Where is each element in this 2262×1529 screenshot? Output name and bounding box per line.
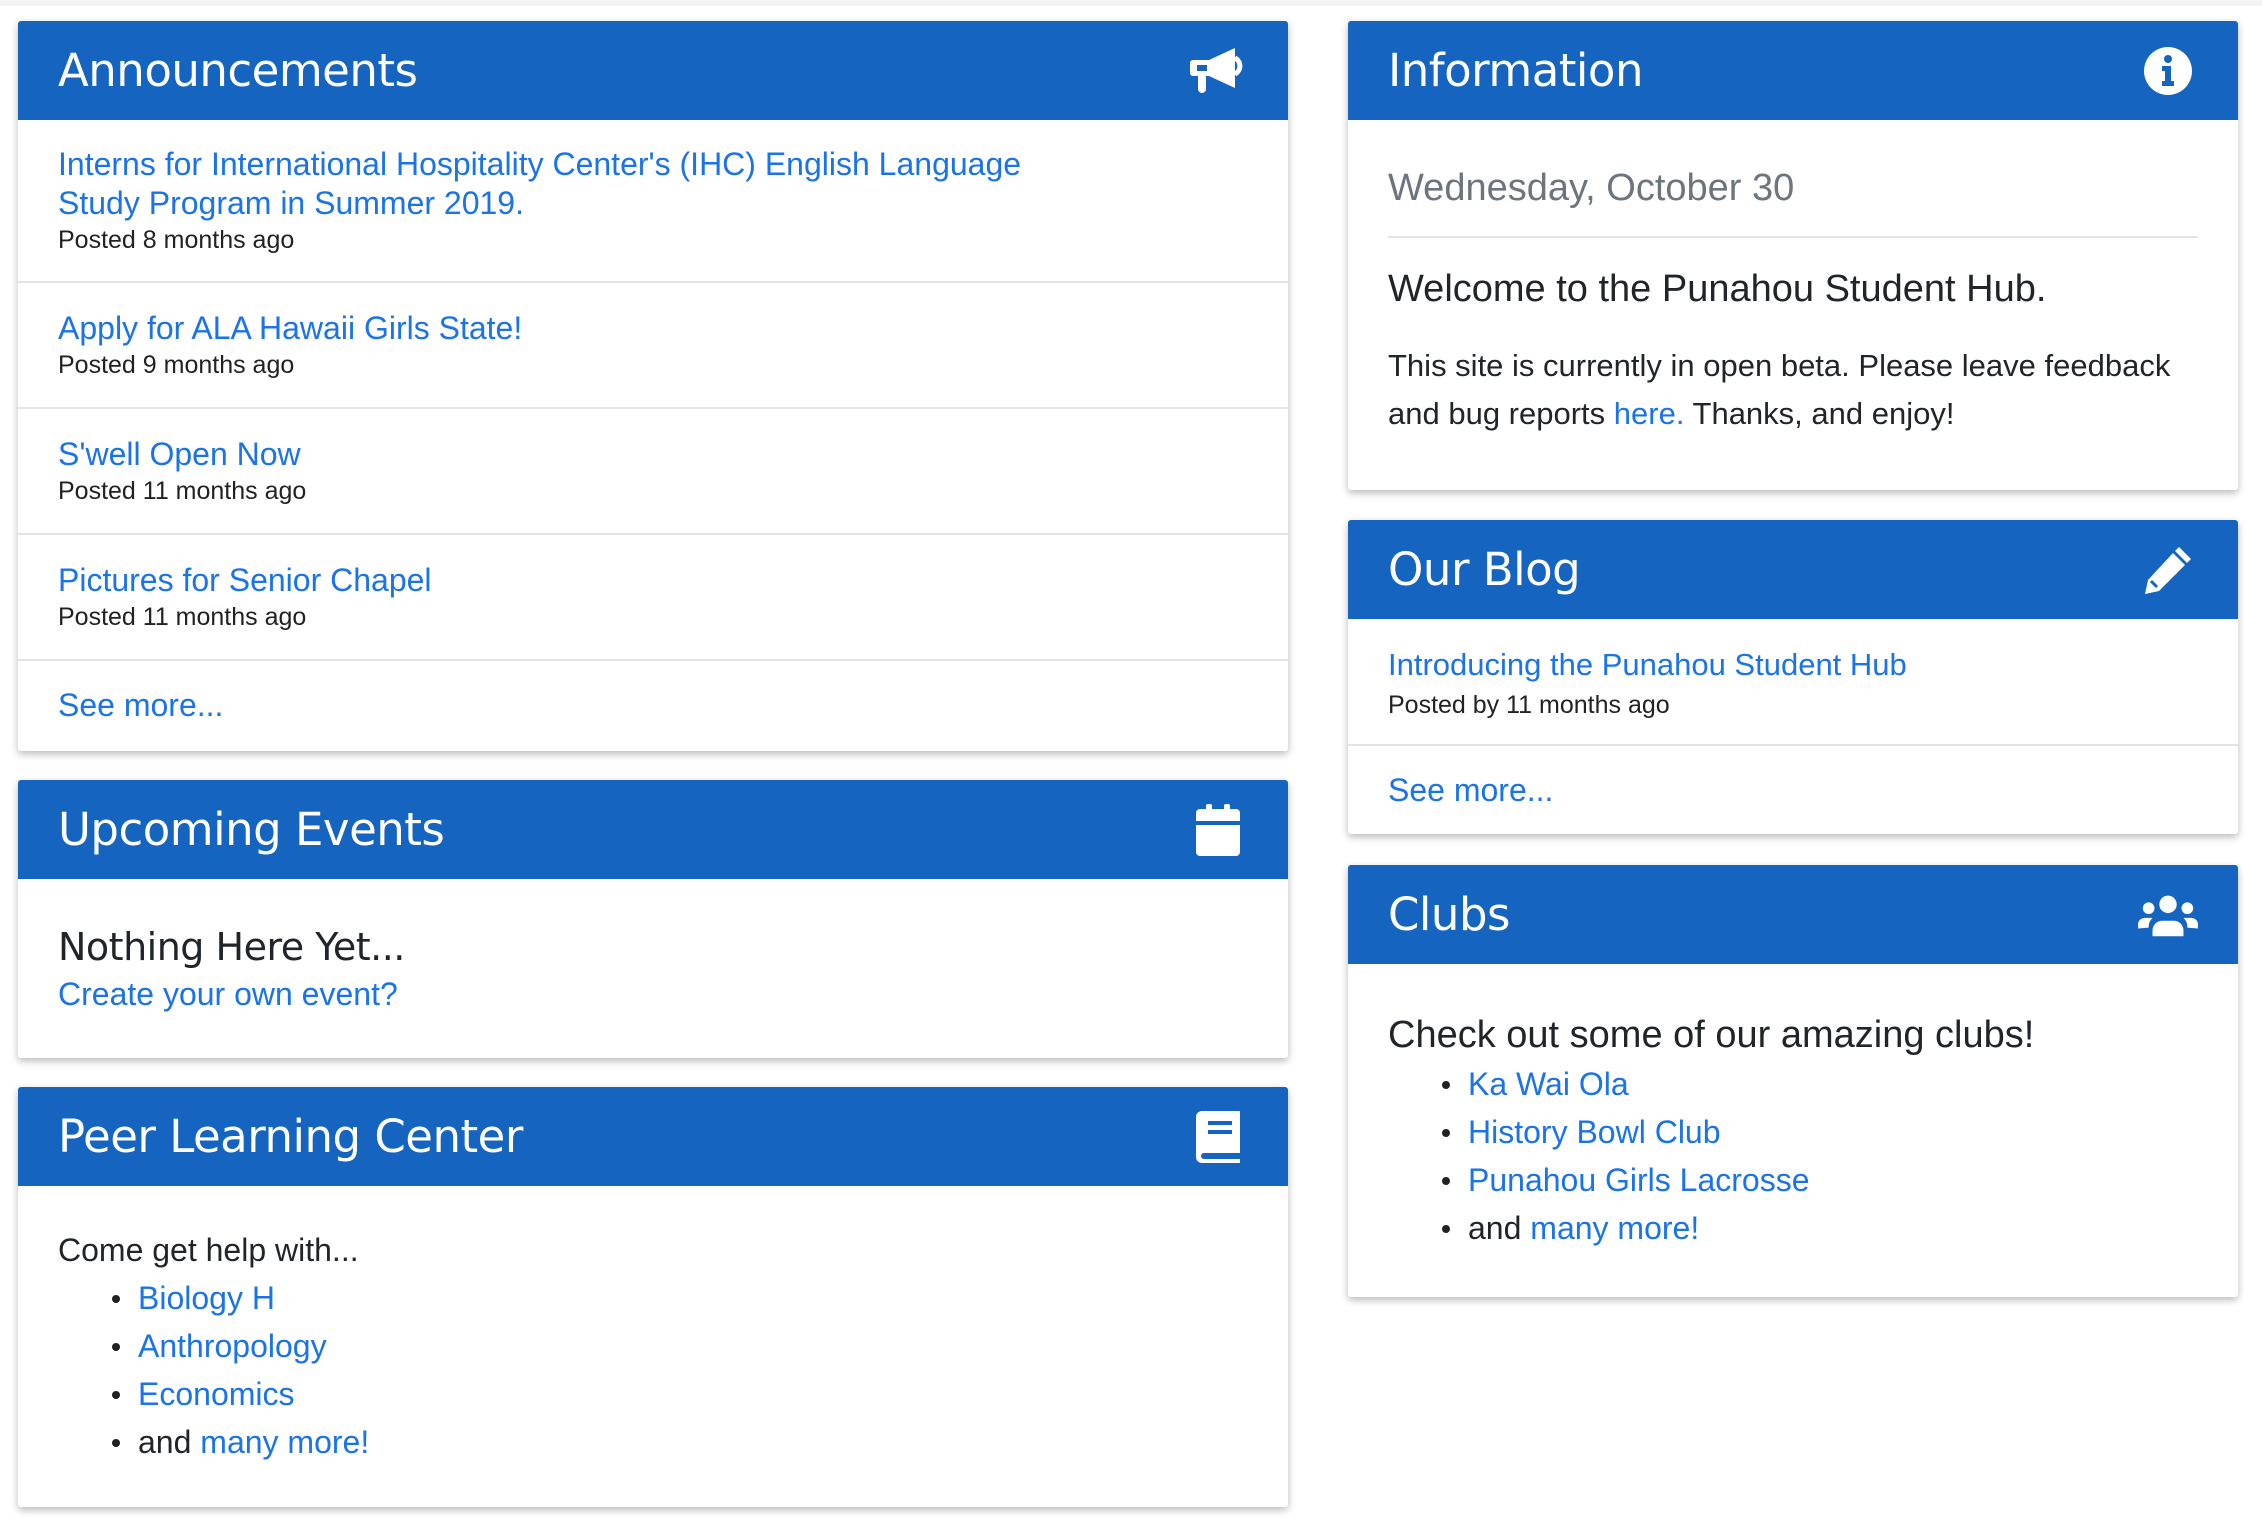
list-item: and many more! xyxy=(112,1418,1248,1466)
blog-post-title-link[interactable]: Introducing the Punahou Student Hub xyxy=(1388,642,2198,688)
announcement-title-link[interactable]: Pictures for Senior Chapel xyxy=(58,561,1248,600)
club-link-ka-wai-ola[interactable]: Ka Wai Ola xyxy=(1468,1066,1629,1102)
calendar-icon xyxy=(1188,800,1248,860)
announcement-posted-time: Posted 8 months ago xyxy=(58,225,295,254)
blog-title: Our Blog xyxy=(1388,543,1581,596)
announcement-item[interactable]: Pictures for Senior Chapel Posted 11 mon… xyxy=(18,535,1288,661)
announcements-card: Announcements Interns for International … xyxy=(18,21,1288,751)
current-date: Wednesday, October 30 xyxy=(1388,120,2198,238)
create-event-link[interactable]: Create your own event? xyxy=(58,973,1248,1015)
list-item: Biology H xyxy=(112,1274,1248,1322)
events-title: Upcoming Events xyxy=(58,803,445,856)
subject-link-economics[interactable]: Economics xyxy=(138,1376,295,1412)
club-link-history-bowl[interactable]: History Bowl Club xyxy=(1468,1114,1721,1150)
top-edge xyxy=(0,0,2262,6)
clubs-card: Clubs Check out some of our amazing club… xyxy=(1348,865,2238,1297)
clubs-intro: Check out some of our amazing clubs! xyxy=(1388,1014,2035,1056)
clubs-header: Clubs xyxy=(1348,865,2238,964)
announcement-posted-time: Posted 11 months ago xyxy=(58,602,307,631)
peer-learning-intro: Come get help with... xyxy=(58,1232,359,1268)
and-text: and xyxy=(138,1424,192,1460)
more-clubs-link[interactable]: many more! xyxy=(1530,1210,1699,1246)
information-card: Information Wednesday, October 30 Welcom… xyxy=(1348,21,2238,490)
list-item: Ka Wai Ola xyxy=(1442,1060,2198,1108)
club-link-girls-lacrosse[interactable]: Punahou Girls Lacrosse xyxy=(1468,1162,1810,1198)
announcement-item[interactable]: Interns for International Hospitality Ce… xyxy=(18,120,1288,283)
announcements-title: Announcements xyxy=(58,44,418,97)
list-item: Anthropology xyxy=(112,1322,1248,1370)
more-subjects-link[interactable]: many more! xyxy=(200,1424,369,1460)
feedback-link[interactable]: here. xyxy=(1614,396,1685,431)
beta-notice: This site is currently in open beta. Ple… xyxy=(1388,342,2198,438)
book-icon xyxy=(1188,1107,1248,1167)
beta-notice-closing: Thanks, and enjoy! xyxy=(1692,396,1955,431)
list-item: History Bowl Club xyxy=(1442,1108,2198,1156)
announcement-posted-time: Posted 9 months ago xyxy=(58,350,295,379)
welcome-message: Welcome to the Punahou Student Hub. xyxy=(1388,268,2047,310)
and-text: and xyxy=(1468,1210,1522,1246)
peer-learning-title: Peer Learning Center xyxy=(58,1110,523,1163)
announcements-header: Announcements xyxy=(18,21,1288,120)
megaphone-icon xyxy=(1188,41,1248,101)
events-card: Upcoming Events Nothing Here Yet... Crea… xyxy=(18,780,1288,1058)
list-item: Punahou Girls Lacrosse xyxy=(1442,1156,2198,1204)
announcement-posted-time: Posted 11 months ago xyxy=(58,476,307,505)
users-icon xyxy=(2138,885,2198,945)
information-title: Information xyxy=(1388,44,1644,97)
blog-header: Our Blog xyxy=(1348,520,2238,619)
list-item: and many more! xyxy=(1442,1204,2198,1252)
announcement-title-link[interactable]: Apply for ALA Hawaii Girls State! xyxy=(58,309,1248,348)
peer-learning-header: Peer Learning Center xyxy=(18,1087,1288,1186)
blog-see-more-link[interactable]: See more... xyxy=(1348,746,2238,834)
announcement-item[interactable]: Apply for ALA Hawaii Girls State! Posted… xyxy=(18,283,1288,409)
subject-list: Biology H Anthropology Economics and man… xyxy=(112,1274,1248,1466)
subject-link-biology-h[interactable]: Biology H xyxy=(138,1280,275,1316)
blog-card: Our Blog Introducing the Punahou Student… xyxy=(1348,520,2238,834)
announcement-item[interactable]: S'well Open Now Posted 11 months ago xyxy=(18,409,1288,535)
announcements-see-more-link[interactable]: See more... xyxy=(18,661,1288,749)
blog-post-item[interactable]: Introducing the Punahou Student Hub Post… xyxy=(1348,619,2238,746)
pencil-icon xyxy=(2138,540,2198,600)
blog-post-meta: Posted by 11 months ago xyxy=(1388,690,1670,719)
info-circle-icon xyxy=(2138,41,2198,101)
events-header: Upcoming Events xyxy=(18,780,1288,879)
clubs-title: Clubs xyxy=(1388,888,1510,941)
clubs-list: Ka Wai Ola History Bowl Club Punahou Gir… xyxy=(1442,1060,2198,1252)
announcement-title-link[interactable]: Interns for International Hospitality Ce… xyxy=(58,145,1058,223)
peer-learning-card: Peer Learning Center Come get help with.… xyxy=(18,1087,1288,1507)
events-empty-message: Nothing Here Yet... xyxy=(58,925,405,969)
list-item: Economics xyxy=(112,1370,1248,1418)
subject-link-anthropology[interactable]: Anthropology xyxy=(138,1328,327,1364)
information-header: Information xyxy=(1348,21,2238,120)
announcement-title-link[interactable]: S'well Open Now xyxy=(58,435,1248,474)
